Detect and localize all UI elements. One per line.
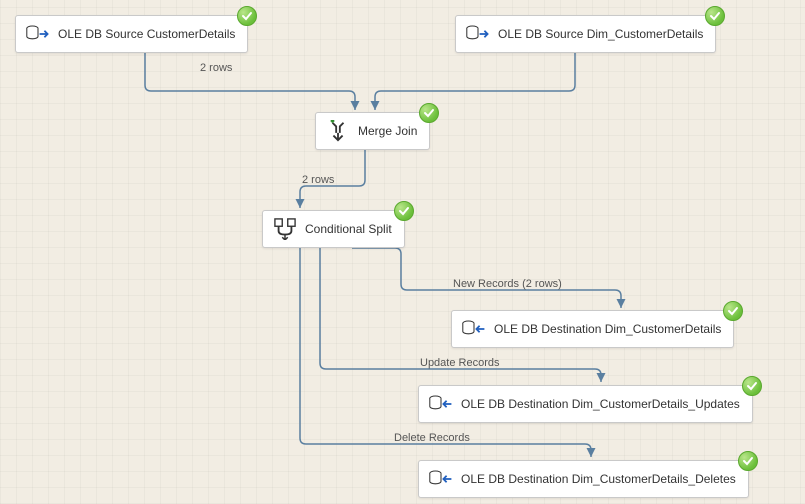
- ssis-dataflow-canvas[interactable]: OLE DB Source CustomerDetails OLE DB Sou…: [0, 0, 805, 504]
- status-success-badge: [237, 6, 257, 26]
- edge-label-split-destupd: Update Records: [418, 357, 502, 369]
- conditional-split-icon: [273, 219, 297, 239]
- status-success-badge: [705, 6, 725, 26]
- connectors-layer: [0, 0, 805, 504]
- node-oledb-source-dim-customerdetails[interactable]: OLE DB Source Dim_CustomerDetails: [455, 15, 716, 53]
- status-success-badge: [738, 451, 758, 471]
- node-label: OLE DB Destination Dim_CustomerDetails_U…: [461, 397, 740, 411]
- edge-label-merge-split: 2 rows: [300, 174, 336, 186]
- edge-label-split-destdel: Delete Records: [392, 432, 472, 444]
- node-label: OLE DB Destination Dim_CustomerDetails_D…: [461, 472, 736, 486]
- node-label: Merge Join: [358, 124, 417, 138]
- node-oledb-source-customerdetails[interactable]: OLE DB Source CustomerDetails: [15, 15, 248, 53]
- status-success-badge: [742, 376, 762, 396]
- node-merge-join[interactable]: Merge Join: [315, 112, 430, 150]
- db-source-icon: [466, 24, 490, 44]
- edge-label-src1-merge: 2 rows: [198, 62, 234, 74]
- edge-src1-merge: [145, 52, 355, 110]
- db-destination-icon: [429, 469, 453, 489]
- db-source-icon: [26, 24, 50, 44]
- node-label: OLE DB Source CustomerDetails: [58, 27, 235, 41]
- node-label: OLE DB Destination Dim_CustomerDetails: [494, 322, 721, 336]
- node-label: Conditional Split: [305, 222, 392, 236]
- status-success-badge: [394, 201, 414, 221]
- status-success-badge: [419, 103, 439, 123]
- node-dest-dim-customerdetails-updates[interactable]: OLE DB Destination Dim_CustomerDetails_U…: [418, 385, 753, 423]
- node-dest-dim-customerdetails-deletes[interactable]: OLE DB Destination Dim_CustomerDetails_D…: [418, 460, 749, 498]
- edge-label-split-destnew: New Records (2 rows): [451, 278, 564, 290]
- edge-src2-merge: [375, 52, 575, 110]
- db-destination-icon: [429, 394, 453, 414]
- node-conditional-split[interactable]: Conditional Split: [262, 210, 405, 248]
- node-dest-dim-customerdetails[interactable]: OLE DB Destination Dim_CustomerDetails: [451, 310, 734, 348]
- node-label: OLE DB Source Dim_CustomerDetails: [498, 27, 703, 41]
- merge-join-icon: [326, 121, 350, 141]
- status-success-badge: [723, 301, 743, 321]
- db-destination-icon: [462, 319, 486, 339]
